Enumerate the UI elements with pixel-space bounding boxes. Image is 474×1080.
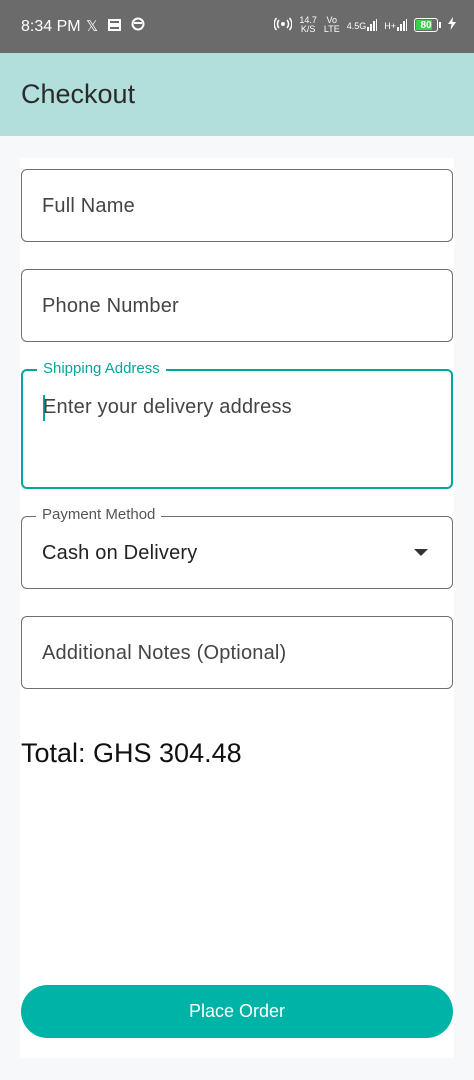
network-speed: 14.7 K/S bbox=[299, 15, 317, 34]
phone-number-placeholder: Phone Number bbox=[42, 295, 179, 317]
phone-number-field[interactable]: Phone Number bbox=[21, 269, 453, 342]
status-time: 8:34 PM bbox=[21, 18, 81, 35]
notification-icons: 𝕏 bbox=[86, 17, 145, 35]
status-bar: 8:34 PM 𝕏 14.7 K/S Vo LTE 4.5G H+ 80 bbox=[0, 0, 474, 53]
app-bar: Checkout bbox=[0, 53, 474, 136]
charging-icon bbox=[448, 17, 456, 33]
page-title: Checkout bbox=[21, 79, 136, 109]
checkout-form: Full Name Phone Number Shipping Address … bbox=[20, 158, 454, 1058]
shipping-address-field[interactable]: Shipping Address Enter your delivery add… bbox=[21, 360, 453, 489]
full-name-placeholder: Full Name bbox=[42, 195, 135, 217]
system-indicators: 14.7 K/S Vo LTE 4.5G H+ 80 bbox=[273, 15, 456, 34]
hotspot-icon bbox=[273, 17, 293, 34]
shipping-address-label: Shipping Address bbox=[37, 360, 166, 377]
additional-notes-field[interactable]: Additional Notes (Optional) bbox=[21, 616, 453, 689]
full-name-field[interactable]: Full Name bbox=[21, 169, 453, 242]
additional-notes-placeholder: Additional Notes (Optional) bbox=[42, 642, 287, 664]
signal-icon: 4.5G bbox=[347, 19, 378, 31]
circle-icon bbox=[131, 17, 145, 35]
battery-icon: 80 bbox=[414, 18, 441, 32]
signal-icon-2: H+ bbox=[384, 19, 407, 31]
dropdown-arrow-icon[interactable] bbox=[414, 549, 428, 556]
message-icon bbox=[108, 18, 122, 35]
place-order-button[interactable]: Place Order bbox=[21, 985, 453, 1038]
order-total: Total: GHS 304.48 bbox=[21, 738, 242, 768]
payment-method-select[interactable]: Payment Method Cash on Delivery bbox=[21, 506, 453, 589]
payment-method-value: Cash on Delivery bbox=[42, 542, 198, 564]
payment-method-label: Payment Method bbox=[36, 506, 162, 523]
x-icon: 𝕏 bbox=[86, 18, 99, 35]
shipping-address-placeholder: Enter your delivery address bbox=[43, 396, 292, 418]
volte-indicator: Vo LTE bbox=[323, 15, 340, 34]
